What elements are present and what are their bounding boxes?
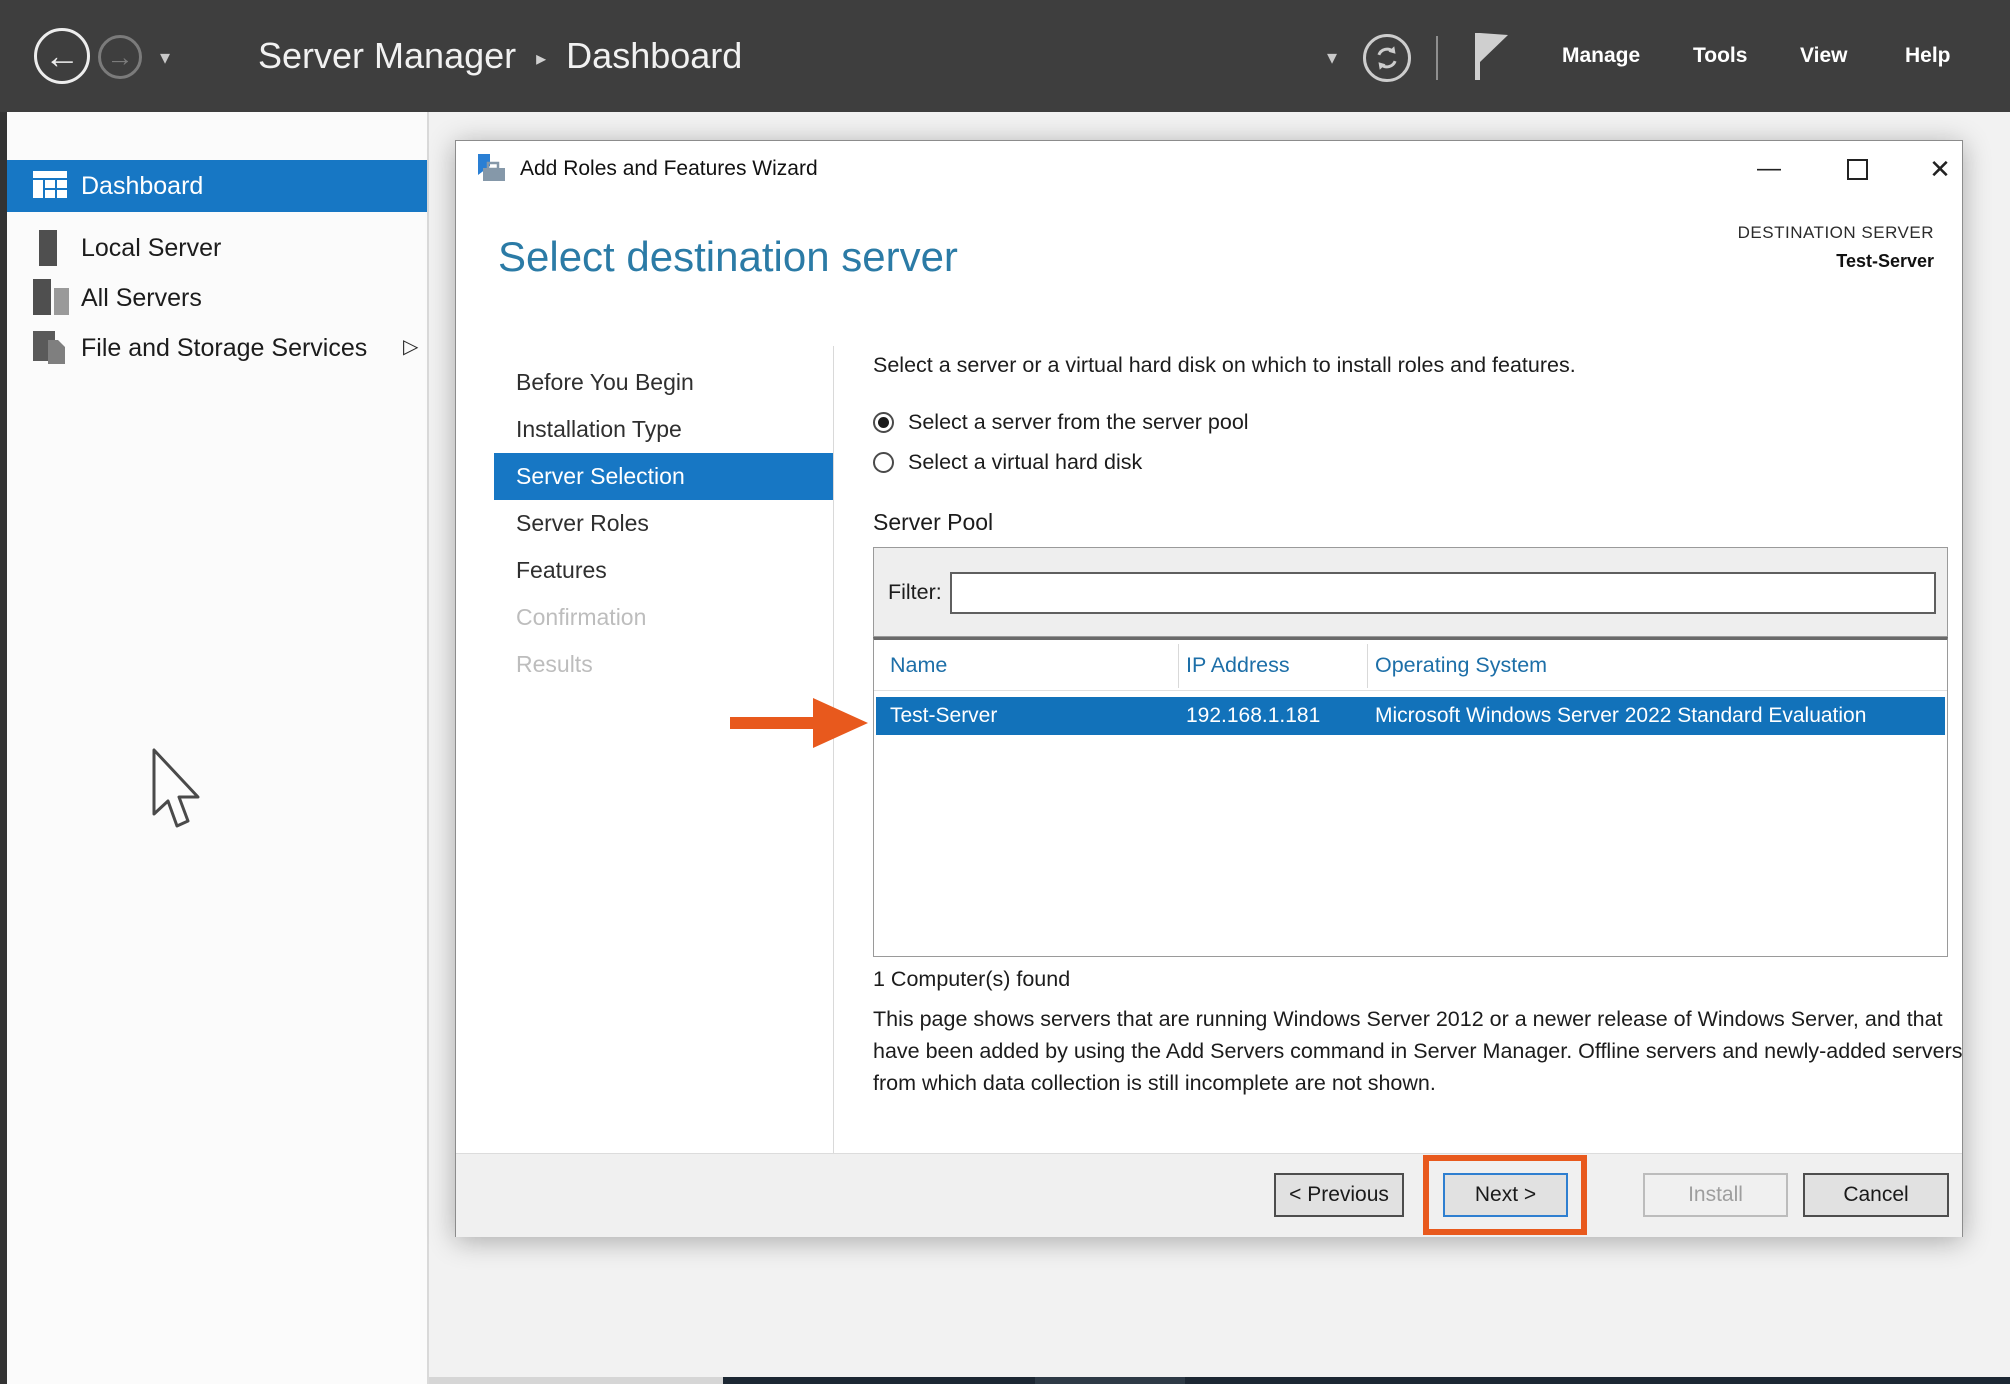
radio-label: Select a virtual hard disk (908, 450, 1142, 475)
breadcrumb: Server Manager ▸ Dashboard (258, 0, 742, 112)
column-header-os[interactable]: Operating System (1375, 640, 1547, 690)
back-icon[interactable]: ← (34, 28, 90, 84)
bottom-strip-gray (429, 1377, 723, 1384)
mouse-cursor-icon (150, 748, 210, 841)
destination-server-block: DESTINATION SERVER Test-Server (1738, 223, 1934, 272)
sidebar-item-label: All Servers (81, 284, 202, 313)
page-title: Select destination server (498, 233, 958, 281)
cancel-button[interactable]: Cancel (1803, 1173, 1949, 1217)
taskbar-peek (723, 1377, 2010, 1384)
radio-selected-icon (873, 412, 894, 433)
expand-chevron-icon[interactable]: ▷ (403, 334, 418, 359)
sidebar-item-all-servers[interactable]: All Servers (7, 272, 427, 324)
notifications-flag-icon[interactable] (1472, 32, 1512, 87)
step-features[interactable]: Features (494, 547, 833, 594)
step-server-selection[interactable]: Server Selection (494, 453, 833, 500)
sidebar-item-dashboard[interactable]: Dashboard (7, 160, 427, 212)
minimize-icon[interactable]: — (1749, 149, 1789, 189)
radio-unselected-icon (873, 452, 894, 473)
breadcrumb-separator-icon: ▸ (536, 42, 546, 71)
column-separator (1178, 644, 1179, 688)
column-header-name[interactable]: Name (890, 640, 947, 690)
cell-ip: 192.168.1.181 (1186, 697, 1320, 735)
step-before-you-begin[interactable]: Before You Begin (494, 359, 833, 406)
dialog-titlebar[interactable]: Add Roles and Features Wizard — ✕ (456, 141, 1962, 196)
column-separator (1367, 644, 1368, 688)
page-description: This page shows servers that are running… (873, 1003, 1963, 1099)
column-header-ip[interactable]: IP Address (1186, 640, 1290, 690)
step-results: Results (494, 641, 833, 688)
refresh-icon[interactable] (1363, 34, 1411, 82)
step-server-roles[interactable]: Server Roles (494, 500, 833, 547)
nav-dropdown-icon[interactable]: ▾ (160, 45, 170, 70)
all-servers-icon (33, 279, 71, 317)
server-pool-label: Server Pool (873, 509, 993, 536)
radio-server-pool[interactable]: Select a server from the server pool (873, 407, 1249, 437)
menu-tools[interactable]: Tools (1693, 0, 1747, 112)
refresh-arrows-icon (1372, 43, 1402, 73)
breadcrumb-current: Dashboard (566, 35, 742, 77)
forward-icon[interactable]: → (98, 35, 142, 79)
menu-view[interactable]: View (1800, 0, 1847, 112)
close-icon[interactable]: ✕ (1920, 149, 1960, 189)
next-button-highlight-annotation (1423, 1155, 1587, 1235)
sidebar-item-file-storage-services[interactable]: File and Storage Services ▷ (7, 322, 427, 374)
header-underline (874, 690, 1947, 691)
previous-button[interactable]: < Previous (1274, 1173, 1404, 1217)
step-installation-type[interactable]: Installation Type (494, 406, 833, 453)
maximize-icon[interactable] (1837, 149, 1877, 189)
computers-found-text: 1 Computer(s) found (873, 967, 1070, 992)
screen: ← → ▾ Server Manager ▸ Dashboard ▾ Manag… (0, 0, 2010, 1384)
breadcrumb-root[interactable]: Server Manager (258, 35, 516, 77)
server-pool-table: Name IP Address Operating System Test-Se… (873, 637, 1948, 957)
destination-server-value: Test-Server (1738, 251, 1934, 272)
refresh-dropdown-icon[interactable]: ▾ (1327, 45, 1337, 70)
dashboard-icon (33, 171, 69, 201)
menu-help[interactable]: Help (1905, 0, 1951, 112)
sidebar-item-label: Dashboard (81, 172, 203, 201)
menu-manage[interactable]: Manage (1562, 0, 1640, 112)
file-storage-icon (33, 329, 71, 367)
cell-os: Microsoft Windows Server 2022 Standard E… (1375, 697, 1866, 735)
maximize-square (1847, 159, 1868, 180)
radio-label: Select a server from the server pool (908, 410, 1249, 435)
cell-name: Test-Server (890, 697, 997, 735)
wizard-dialog: Add Roles and Features Wizard — ✕ Select… (455, 140, 1963, 1237)
sidebar-item-label: File and Storage Services (81, 334, 367, 363)
sidebar-item-label: Local Server (81, 234, 221, 263)
filter-input[interactable] (950, 572, 1936, 614)
topbar-divider (1436, 36, 1438, 80)
filter-label: Filter: (888, 580, 942, 605)
step-confirmation: Confirmation (494, 594, 833, 641)
filter-panel: Filter: (873, 547, 1948, 637)
intro-text: Select a server or a virtual hard disk o… (873, 353, 1953, 378)
dialog-title: Add Roles and Features Wizard (520, 141, 818, 196)
local-server-icon (39, 230, 57, 266)
install-button: Install (1643, 1173, 1788, 1217)
sidebar: Dashboard Local Server All Servers File … (7, 112, 427, 1384)
destination-server-label: DESTINATION SERVER (1738, 223, 1934, 243)
sidebar-item-local-server[interactable]: Local Server (7, 222, 427, 274)
arrow-annotation (730, 692, 870, 759)
radio-virtual-hard-disk[interactable]: Select a virtual hard disk (873, 447, 1142, 477)
top-bar: ← → ▾ Server Manager ▸ Dashboard ▾ Manag… (0, 0, 2010, 112)
taskbar-peek-segment (1035, 1377, 1185, 1384)
window-left-edge (0, 112, 7, 1384)
table-row-test-server[interactable]: Test-Server 192.168.1.181 Microsoft Wind… (876, 697, 1945, 735)
wizard-app-icon (476, 153, 508, 190)
